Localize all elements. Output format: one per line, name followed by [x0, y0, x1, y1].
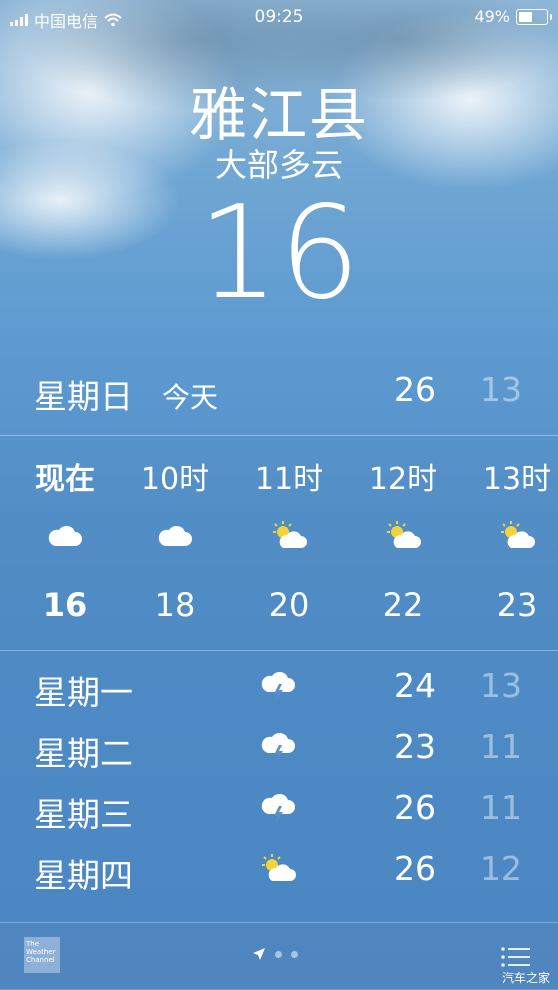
status-bar: 中国电信 09:25 49%: [0, 0, 558, 34]
daily-low: 11: [480, 727, 522, 766]
battery-fill: [519, 11, 532, 22]
today-low: 13: [480, 370, 522, 409]
daily-row: 星期四 26 12: [0, 839, 558, 899]
daily-low: 12: [480, 849, 522, 888]
daily-low: 11: [480, 788, 522, 827]
partly-sunny-icon: [497, 520, 537, 552]
watermark: 汽车之家: [501, 971, 550, 985]
daily-day: 星期一: [34, 673, 133, 712]
daily-row: 星期二 23 11: [0, 717, 558, 777]
bottom-toolbar: The Weather Channel 汽车之家: [0, 922, 558, 990]
daily-day: 星期三: [34, 795, 133, 834]
daily-row: 星期一 24 13: [0, 656, 558, 716]
daily-low: 13: [480, 666, 522, 705]
today-day: 星期日: [34, 377, 133, 416]
page-dot: [275, 950, 282, 958]
page-dot: [291, 950, 298, 958]
thunderstorm-icon: [258, 792, 298, 826]
current-temperature: 16: [197, 179, 361, 328]
today-row: 星期日 今天 26 13: [0, 362, 558, 432]
divider: [0, 650, 558, 651]
partly-sunny-icon: [258, 853, 298, 887]
hour-time: 现在: [35, 462, 95, 497]
daily-high: 26: [394, 849, 436, 888]
location-arrow-icon: [253, 948, 265, 960]
thunderstorm-icon: [258, 731, 298, 765]
daily-high: 26: [394, 788, 436, 827]
hourly-forecast[interactable]: 现在 16 10时 18 11时 20 12时 22 13时 23: [0, 436, 558, 650]
cloud-icon: [155, 520, 195, 552]
battery-icon: [516, 8, 552, 25]
page-indicator[interactable]: [252, 947, 298, 961]
hour-time: 10时: [140, 462, 210, 497]
daily-high: 23: [394, 727, 436, 766]
daily-day: 星期二: [34, 734, 133, 773]
battery-percent: 49%: [474, 7, 510, 26]
daily-high: 24: [394, 666, 436, 705]
hour-time: 12时: [368, 462, 438, 497]
hour-temp: 16: [42, 586, 88, 624]
hour-temp: 22: [382, 586, 424, 624]
thunderstorm-icon: [258, 670, 298, 704]
partly-sunny-icon: [269, 520, 309, 552]
today-high: 26: [394, 370, 436, 409]
hour-time: 11时: [254, 462, 324, 497]
daily-day: 星期四: [34, 856, 133, 895]
today-tag: 今天: [162, 381, 219, 414]
daily-row: 星期三 26 11: [0, 778, 558, 838]
hour-temp: 18: [154, 586, 196, 624]
cloud-icon: [45, 520, 85, 552]
partly-sunny-icon: [383, 520, 423, 552]
hour-temp: 20: [268, 586, 310, 624]
hour-temp: 23: [496, 586, 538, 624]
status-right: 49%: [474, 7, 552, 26]
list-icon[interactable]: [500, 945, 532, 969]
hour-time: 13时: [482, 462, 552, 497]
weather-channel-logo[interactable]: The Weather Channel: [24, 937, 60, 973]
